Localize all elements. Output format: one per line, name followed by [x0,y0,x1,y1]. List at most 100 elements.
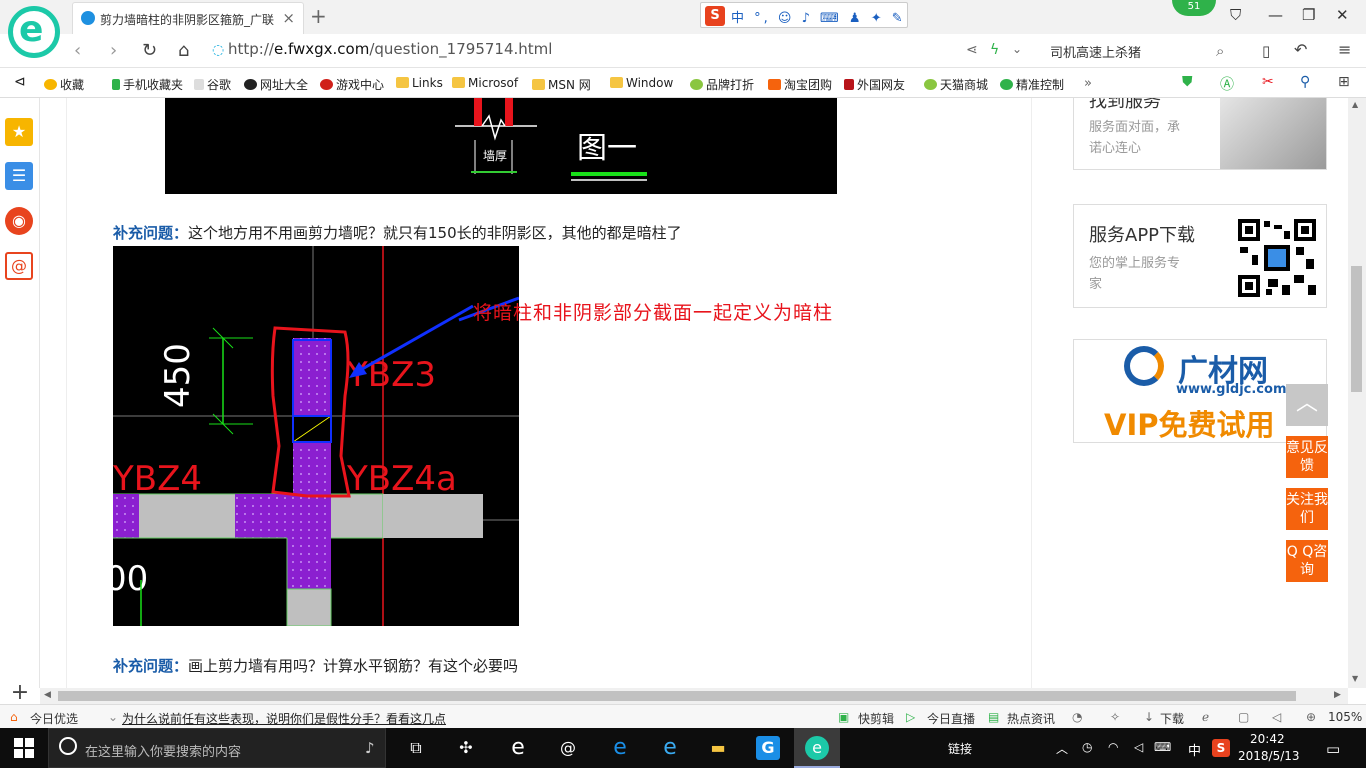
follow-us-button[interactable]: 关注我们 [1286,488,1328,530]
live-button[interactable]: 今日直播 [927,710,975,727]
weibo-icon[interactable]: ◉ [5,207,33,235]
edge-legacy-icon[interactable]: e [506,736,530,760]
browser-logo-icon[interactable]: e [8,6,60,58]
windows-start-icon[interactable] [14,738,34,758]
share-icon[interactable]: ⋖ [966,42,978,58]
more-bookmarks-icon[interactable]: » [1084,76,1092,91]
hot-news-button[interactable]: 热点资讯 [1007,710,1055,727]
quick-clip-button[interactable]: 快剪辑 [858,710,894,727]
restore-icon[interactable]: ❐ [1302,6,1315,24]
file-explorer-icon[interactable]: ▬ [706,736,730,760]
status-bar: ⌂ 今日优选 ⌄ 为什么说前任有这些表现，说明你们是假性分手？看看这几点 ▣ 快… [0,704,1366,728]
tray-app-icon[interactable]: ◷ [1082,740,1092,754]
home-icon[interactable]: ⌂ [178,40,189,61]
favorites-icon[interactable]: ★ [5,118,33,146]
bookmark-item[interactable]: 外国网友 [844,76,905,93]
horizontal-scroll-thumb[interactable] [58,691,1296,701]
address-field[interactable]: http://e.fwxgx.com/question_1795714.html [228,40,552,58]
new-tab-button[interactable]: + [310,4,327,28]
glodon-app-icon[interactable]: G [756,736,780,760]
minimize-icon[interactable]: — [1268,6,1283,24]
mail-icon[interactable]: @ [5,252,33,280]
news-ticker-link[interactable]: 为什么说前任有这些表现，说明你们是假性分手？看看这几点 [122,710,446,727]
bookmark-item[interactable]: 精准控制 [1000,76,1064,93]
ie-mode-icon[interactable]: ℯ [1202,710,1209,724]
search-tool-icon[interactable]: ⚲ [1300,74,1310,90]
volume-tray-icon[interactable]: ◁ [1134,740,1143,754]
shirt-icon[interactable]: ⛉ [1230,6,1241,24]
ime-status-text: 中 °, ☺ ♪ ⌨ ♟ ✦ ✎ [731,11,906,26]
bookmark-item[interactable]: 淘宝团购 [768,76,832,93]
ime-toolbar[interactable]: S 中 °, ☺ ♪ ⌨ ♟ ✦ ✎ [700,2,908,28]
close-window-icon[interactable]: ✕ [1336,6,1349,24]
shield-icon[interactable]: ⛊ [1182,74,1193,90]
bookmark-item[interactable]: Window [610,76,673,90]
app-download-card[interactable]: 服务APP下载 您的掌上服务专 家 [1073,204,1327,308]
undo-icon[interactable]: ↶ [1294,40,1307,59]
bookmark-item[interactable]: 网址大全 [244,76,308,93]
ie-icon[interactable]: e [658,736,682,760]
chevron-down-icon[interactable]: ⌄ [1012,42,1022,56]
microphone-icon[interactable]: ♪ [365,739,375,757]
bookmark-item[interactable]: Links [396,76,443,90]
translate-icon[interactable]: Ⓐ [1220,74,1234,94]
bookmark-item[interactable]: 手机收藏夹 [112,76,183,93]
secure-icon: ◌ [212,42,225,58]
sogou-tray-icon[interactable]: S [1212,739,1230,757]
bookmark-item[interactable]: 谷歌 [194,76,231,93]
notification-badge[interactable]: 51 [1172,0,1216,16]
speed-icon[interactable]: ◔ [1072,710,1082,724]
wifi-icon[interactable]: ◠ [1108,740,1118,754]
refresh-icon[interactable]: ↻ [142,40,157,61]
back-to-top-button[interactable]: ︿ [1286,384,1328,426]
menu-icon[interactable]: ≡ [1338,40,1351,59]
tab-close-icon[interactable]: × [282,9,295,27]
tools-icon[interactable]: ✧ [1110,710,1120,724]
forward-icon[interactable]: › [110,40,117,61]
spiral-app-icon[interactable]: @ [556,736,580,760]
lightning-icon[interactable]: ϟ [990,42,999,58]
list-icon[interactable]: ☰ [5,162,33,190]
clock-time[interactable]: 20:42 [1250,732,1285,746]
horizontal-scrollbar[interactable]: ◀ ▶ [40,688,1348,704]
window-icon[interactable]: ▢ [1238,710,1249,724]
edge-icon[interactable]: e [608,736,632,760]
service-card[interactable]: 找到服务 服务面对面，承 诺心连心 [1073,98,1327,170]
bookmark-item[interactable]: 收藏 [44,76,84,93]
sidebar-toggle-icon[interactable]: ⊲ [14,74,26,90]
notifications-icon[interactable]: ▭ [1326,740,1340,758]
taskbar-search[interactable]: 在这里输入你要搜索的内容 ♪ [48,728,386,768]
task-view-icon[interactable]: ⧉ [404,736,428,760]
qq-consult-button[interactable]: Q Q咨询 [1286,540,1328,582]
browser-task-icon[interactable]: e [805,736,829,760]
search-icon[interactable]: ⌕ [1216,42,1224,60]
download-button[interactable]: 下载 [1160,710,1184,727]
clock-date[interactable]: 2018/5/13 [1238,749,1300,763]
back-icon[interactable]: ‹ [74,40,81,61]
ime-indicator[interactable]: 中 [1188,740,1201,759]
bookmark-item[interactable]: 游戏中心 [320,76,384,93]
feedback-button[interactable]: 意见反馈 [1286,436,1328,478]
zoom-level[interactable]: 105% [1328,710,1362,724]
ad-url: www.gldjc.com [1176,382,1287,397]
svg-text:YBZ4: YBZ4 [113,459,202,499]
bookmark-item[interactable]: Microsof [452,76,518,90]
bookmark-item[interactable]: 品牌打折 [690,76,754,93]
bookmark-item[interactable]: MSN 网 [532,76,591,93]
keyboard-icon[interactable]: ⌨ [1154,740,1171,754]
today-picks-link[interactable]: 今日优选 [30,710,78,727]
bookmark-item[interactable]: 天猫商城 [924,76,988,93]
tab-active[interactable]: 剪力墙暗柱的非阴影区箍筋_广联 × [72,2,304,34]
grid-icon[interactable]: ⊞ [1338,74,1350,90]
add-sidebar-icon[interactable]: + [0,680,40,705]
tray-expand-icon[interactable]: ︿ [1056,740,1068,757]
search-input[interactable]: 司机高速上杀猪 [1050,42,1141,61]
scissors-icon[interactable]: ✂ [1262,74,1274,90]
fan-app-icon[interactable]: ✣ [454,736,478,760]
links-toolbar[interactable]: 链接 [948,740,972,757]
svg-text:00: 00 [113,559,148,599]
volume-icon[interactable]: ◁ [1272,710,1281,724]
vertical-scroll-thumb[interactable] [1351,266,1362,392]
phone-icon[interactable]: ▯ [1262,42,1270,60]
vertical-scrollbar[interactable]: ▲ ▼ [1348,98,1366,688]
